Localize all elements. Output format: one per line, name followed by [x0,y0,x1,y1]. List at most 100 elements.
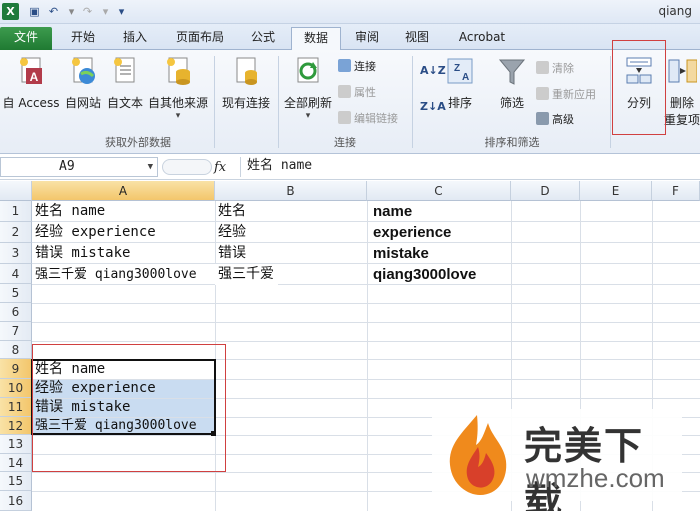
remove-duplicates-label-1: 删除 [669,96,694,110]
row-header-16[interactable]: 16 [0,491,32,511]
properties-icon [338,85,351,98]
customize-toolbar-icon[interactable]: ▾ [114,4,129,19]
formula-bar-resize-handle[interactable] [162,159,212,175]
sort-button[interactable]: Z A 排序 [444,56,476,111]
formula-bar: A9 ▼ fx 姓名 name [0,155,700,180]
sort-dialog-icon: Z A [447,58,473,84]
ribbon-data: A 自 Access 自网站 自文本 自其他来源 ▾ 现有连接 获取外部数据 全… [0,50,700,154]
reapply-button[interactable]: 重新应用 [536,86,596,102]
name-box-dropdown-icon[interactable]: ▼ [148,158,153,176]
redo-dropdown-icon[interactable]: ▾ [98,4,113,19]
from-other-sources-label: 自其他来源 [147,96,208,110]
column-header-d[interactable]: D [511,181,580,201]
properties-button[interactable]: 属性 [338,84,376,100]
text-to-columns-highlight [612,40,666,135]
refresh-all-label: 全部刷新 [283,96,332,110]
cell-c4[interactable]: qiang3000love [370,264,476,285]
advanced-filter-icon [536,112,549,125]
row-header-3[interactable]: 3 [0,243,32,264]
undo-icon[interactable]: ↶ [46,4,61,19]
watermark-domain: wmzhe.com [526,463,665,493]
tab-data[interactable]: 数据 [291,27,341,51]
column-header-f[interactable]: F [652,181,700,201]
from-text-button[interactable]: 自文本 [104,56,146,111]
cell-b3[interactable]: 错误 [215,243,246,264]
cell-c2[interactable]: experience [370,222,451,243]
tab-acrobat[interactable]: Acrobat [448,27,516,50]
row-header-9[interactable]: 9 [0,359,32,379]
row-header-4[interactable]: 4 [0,264,32,284]
tab-file[interactable]: 文件 [0,27,52,50]
sort-descending-icon[interactable]: Z↓A [420,100,446,113]
from-access-button[interactable]: A 自 Access [2,56,60,111]
save-icon[interactable]: ▣ [27,4,42,19]
redo-icon[interactable]: ↷ [80,4,95,19]
cell-c1[interactable]: name [370,201,412,222]
filter-icon [498,59,526,85]
cell-a3[interactable]: 错误 mistake [32,243,130,264]
formula-input[interactable]: 姓名 name [240,157,700,177]
grid-line [32,322,700,323]
refresh-all-button[interactable]: 全部刷新 ▾ [282,56,334,121]
sort-ascending-icon[interactable]: A↓Z [420,64,446,77]
row-header-7[interactable]: 7 [0,322,32,341]
from-web-button[interactable]: 自网站 [62,56,104,111]
row-header-5[interactable]: 5 [0,284,32,303]
column-header-b[interactable]: B [215,181,367,201]
row-header-14[interactable]: 14 [0,454,32,472]
column-header-a[interactable]: A [32,181,215,201]
connections-button[interactable]: 连接 [338,58,376,74]
row-header-1[interactable]: 1 [0,201,32,222]
svg-text:A: A [462,72,469,83]
group-divider [412,56,413,148]
cell-c3[interactable]: mistake [370,243,429,264]
cell-a2[interactable]: 经验 experience [32,222,156,243]
svg-text:A: A [30,70,39,84]
clear-filter-button[interactable]: 清除 [536,60,574,76]
cell-b4[interactable]: 强三千爱 [215,264,278,285]
text-file-icon [114,57,135,83]
cell-b1[interactable]: 姓名 [215,201,246,222]
cell-a4[interactable]: 强三千爱 qiang3000love [32,264,197,285]
tab-review[interactable]: 审阅 [345,27,389,50]
clear-filter-icon [536,61,549,74]
insert-function-icon[interactable]: fx [214,160,226,175]
existing-connections-button[interactable]: 现有连接 [218,56,274,111]
row-header-8[interactable]: 8 [0,341,32,359]
undo-dropdown-icon[interactable]: ▾ [64,4,79,19]
ribbon-tabs: 文件 开始 插入 页面布局 公式 数据 审阅 视图 Acrobat [0,24,700,51]
cell-b2[interactable]: 经验 [215,222,246,243]
select-all-corner[interactable] [0,181,32,201]
quick-access-toolbar: X ▣ ↶ ▾ ↷ ▾ ▾ qiang [0,0,700,24]
remove-duplicates-button[interactable]: 删除 重复项 [664,56,700,128]
name-box[interactable]: A9 ▼ [0,157,158,177]
row-header-2[interactable]: 2 [0,222,32,243]
column-header-e[interactable]: E [580,181,652,201]
tab-formulas[interactable]: 公式 [240,27,286,50]
tab-page-layout[interactable]: 页面布局 [164,27,236,50]
link-icon [338,111,351,124]
cell-a1[interactable]: 姓名 name [32,201,105,222]
filter-button[interactable]: 筛选 [492,56,532,111]
column-header-c[interactable]: C [367,181,511,201]
row-header-15[interactable]: 15 [0,472,32,491]
chevron-down-icon: ▾ [305,111,311,121]
edit-links-button[interactable]: 编辑链接 [338,110,398,126]
row-header-10[interactable]: 10 [0,379,32,398]
advanced-filter-button[interactable]: 高级 [536,111,574,127]
row-header-11[interactable]: 11 [0,398,32,417]
remove-duplicates-label-2: 重复项 [664,113,700,127]
flame-logo-icon [449,415,507,495]
name-box-value: A9 [59,159,75,174]
row-header-6[interactable]: 6 [0,303,32,322]
from-other-sources-button[interactable]: 自其他来源 ▾ [146,56,210,121]
tab-insert[interactable]: 插入 [112,27,158,50]
group-divider [278,56,279,148]
row-header-13[interactable]: 13 [0,435,32,454]
grid-line [32,303,700,304]
access-icon: A [20,57,42,84]
tab-view[interactable]: 视图 [394,27,440,50]
row-header-12[interactable]: 12 [0,417,32,435]
chevron-down-icon: ▾ [175,111,181,121]
tab-home[interactable]: 开始 [58,27,108,50]
